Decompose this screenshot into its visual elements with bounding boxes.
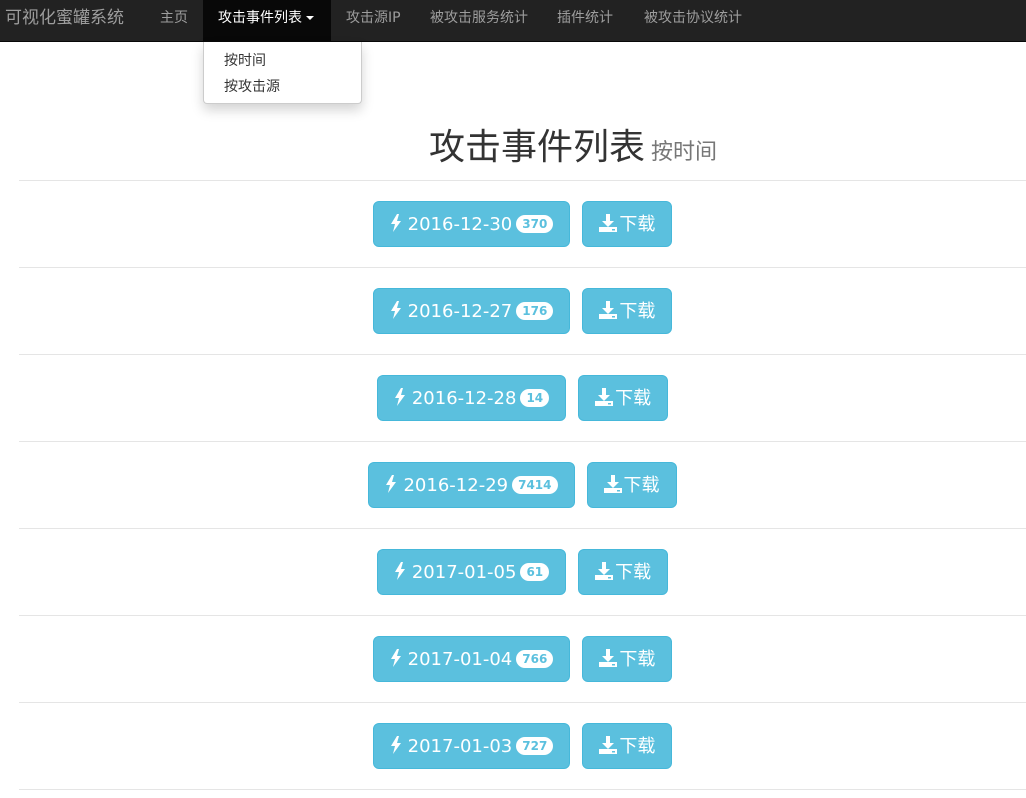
- event-date: 2016-12-30: [407, 214, 513, 235]
- event-date-button[interactable]: 2016-12-30 370: [372, 201, 571, 247]
- download-label: 下载: [619, 736, 656, 757]
- download-label: 下载: [623, 475, 660, 496]
- nav-item-attack-events[interactable]: 攻击事件列表: [203, 0, 331, 42]
- nav-item-label: 攻击事件列表: [218, 10, 302, 26]
- event-count-badge: 727: [516, 737, 554, 755]
- download-icon: [603, 475, 622, 496]
- bolt-icon: [390, 301, 402, 322]
- nav-item-label: 插件统计: [557, 10, 613, 26]
- event-date: 2016-12-29: [403, 475, 509, 496]
- page-title: 攻击事件列表 按时间: [0, 118, 1026, 170]
- download-icon: [599, 301, 618, 322]
- download-button[interactable]: 下载: [586, 462, 677, 508]
- list-item: 2017-01-03 727 下载: [19, 702, 1026, 790]
- nav-item-label: 被攻击协议统计: [644, 10, 742, 26]
- event-count-badge: 7414: [512, 476, 558, 494]
- bolt-icon: [390, 214, 402, 235]
- event-count-badge: 370: [516, 215, 554, 233]
- bolt-icon: [394, 562, 406, 583]
- nav-item-attack-source-ip[interactable]: 攻击源IP: [331, 0, 416, 42]
- event-count-badge: 176: [516, 302, 554, 320]
- event-date-button[interactable]: 2017-01-04 766: [372, 636, 571, 682]
- download-button[interactable]: 下载: [582, 201, 673, 247]
- download-icon: [599, 214, 618, 235]
- download-label: 下载: [619, 649, 656, 670]
- event-date: 2016-12-28: [411, 388, 517, 409]
- download-icon: [599, 649, 618, 670]
- event-date: 2016-12-27: [407, 301, 513, 322]
- download-button[interactable]: 下载: [578, 549, 669, 595]
- dropdown-menu: 按时间 按攻击源: [203, 42, 362, 104]
- event-date: 2017-01-03: [407, 736, 513, 757]
- download-button[interactable]: 下载: [582, 723, 673, 769]
- event-count-badge: 61: [520, 563, 550, 581]
- event-date-button[interactable]: 2016-12-29 7414: [368, 462, 575, 508]
- dropdown-item-by-source[interactable]: 按攻击源: [204, 74, 361, 100]
- list-item: 2017-01-04 766 下载: [19, 615, 1026, 702]
- nav-item-plugins[interactable]: 插件统计: [542, 0, 628, 42]
- download-button[interactable]: 下载: [578, 375, 669, 421]
- download-icon: [599, 736, 618, 757]
- nav-item-label: 被攻击服务统计: [430, 10, 528, 26]
- nav-item-attacked-services[interactable]: 被攻击服务统计: [415, 0, 543, 42]
- page-subtitle: 按时间: [651, 140, 718, 165]
- nav-item-home[interactable]: 主页: [145, 0, 203, 42]
- bolt-icon: [394, 388, 406, 409]
- event-count-badge: 14: [520, 389, 550, 407]
- caret-down-icon: [306, 16, 314, 20]
- nav-item-attacked-protocols[interactable]: 被攻击协议统计: [629, 0, 757, 42]
- list-item: 2016-12-30 370 下载: [19, 180, 1026, 267]
- event-date-button[interactable]: 2017-01-05 61: [376, 549, 567, 595]
- download-label: 下载: [619, 214, 656, 235]
- event-date-button[interactable]: 2016-12-27 176: [372, 288, 571, 334]
- list-item: 2016-12-27 176 下载: [19, 267, 1026, 354]
- event-count-badge: 766: [516, 650, 554, 668]
- download-label: 下载: [619, 301, 656, 322]
- event-list: 2016-12-30 370 下载 2016-12-27 176 下载 2016-12-…: [19, 180, 1026, 790]
- list-item: 2016-12-28 14 下载: [19, 354, 1026, 441]
- download-button[interactable]: 下载: [582, 288, 673, 334]
- download-button[interactable]: 下载: [582, 636, 673, 682]
- download-label: 下载: [615, 388, 652, 409]
- bolt-icon: [390, 736, 402, 757]
- bolt-icon: [385, 475, 397, 496]
- event-date-button[interactable]: 2016-12-28 14: [376, 375, 567, 421]
- download-label: 下载: [615, 562, 652, 583]
- download-icon: [595, 388, 614, 409]
- nav-item-label: 攻击源IP: [346, 10, 401, 26]
- download-icon: [595, 562, 614, 583]
- list-item: 2016-12-29 7414 下载: [19, 441, 1026, 528]
- navbar: 可视化蜜罐系统 主页 攻击事件列表 攻击源IP 被攻击服务统计 插件统计 被攻击…: [0, 0, 1026, 42]
- event-date: 2017-01-04: [407, 649, 513, 670]
- list-item: 2017-01-05 61 下载: [19, 528, 1026, 615]
- dropdown-item-by-time[interactable]: 按时间: [204, 48, 361, 74]
- event-date-button[interactable]: 2017-01-03 727: [372, 723, 571, 769]
- bolt-icon: [390, 649, 402, 670]
- event-date: 2017-01-05: [411, 562, 517, 583]
- nav-item-label: 主页: [160, 10, 188, 26]
- navbar-brand[interactable]: 可视化蜜罐系统: [5, 0, 124, 42]
- page-title-text: 攻击事件列表: [428, 127, 645, 168]
